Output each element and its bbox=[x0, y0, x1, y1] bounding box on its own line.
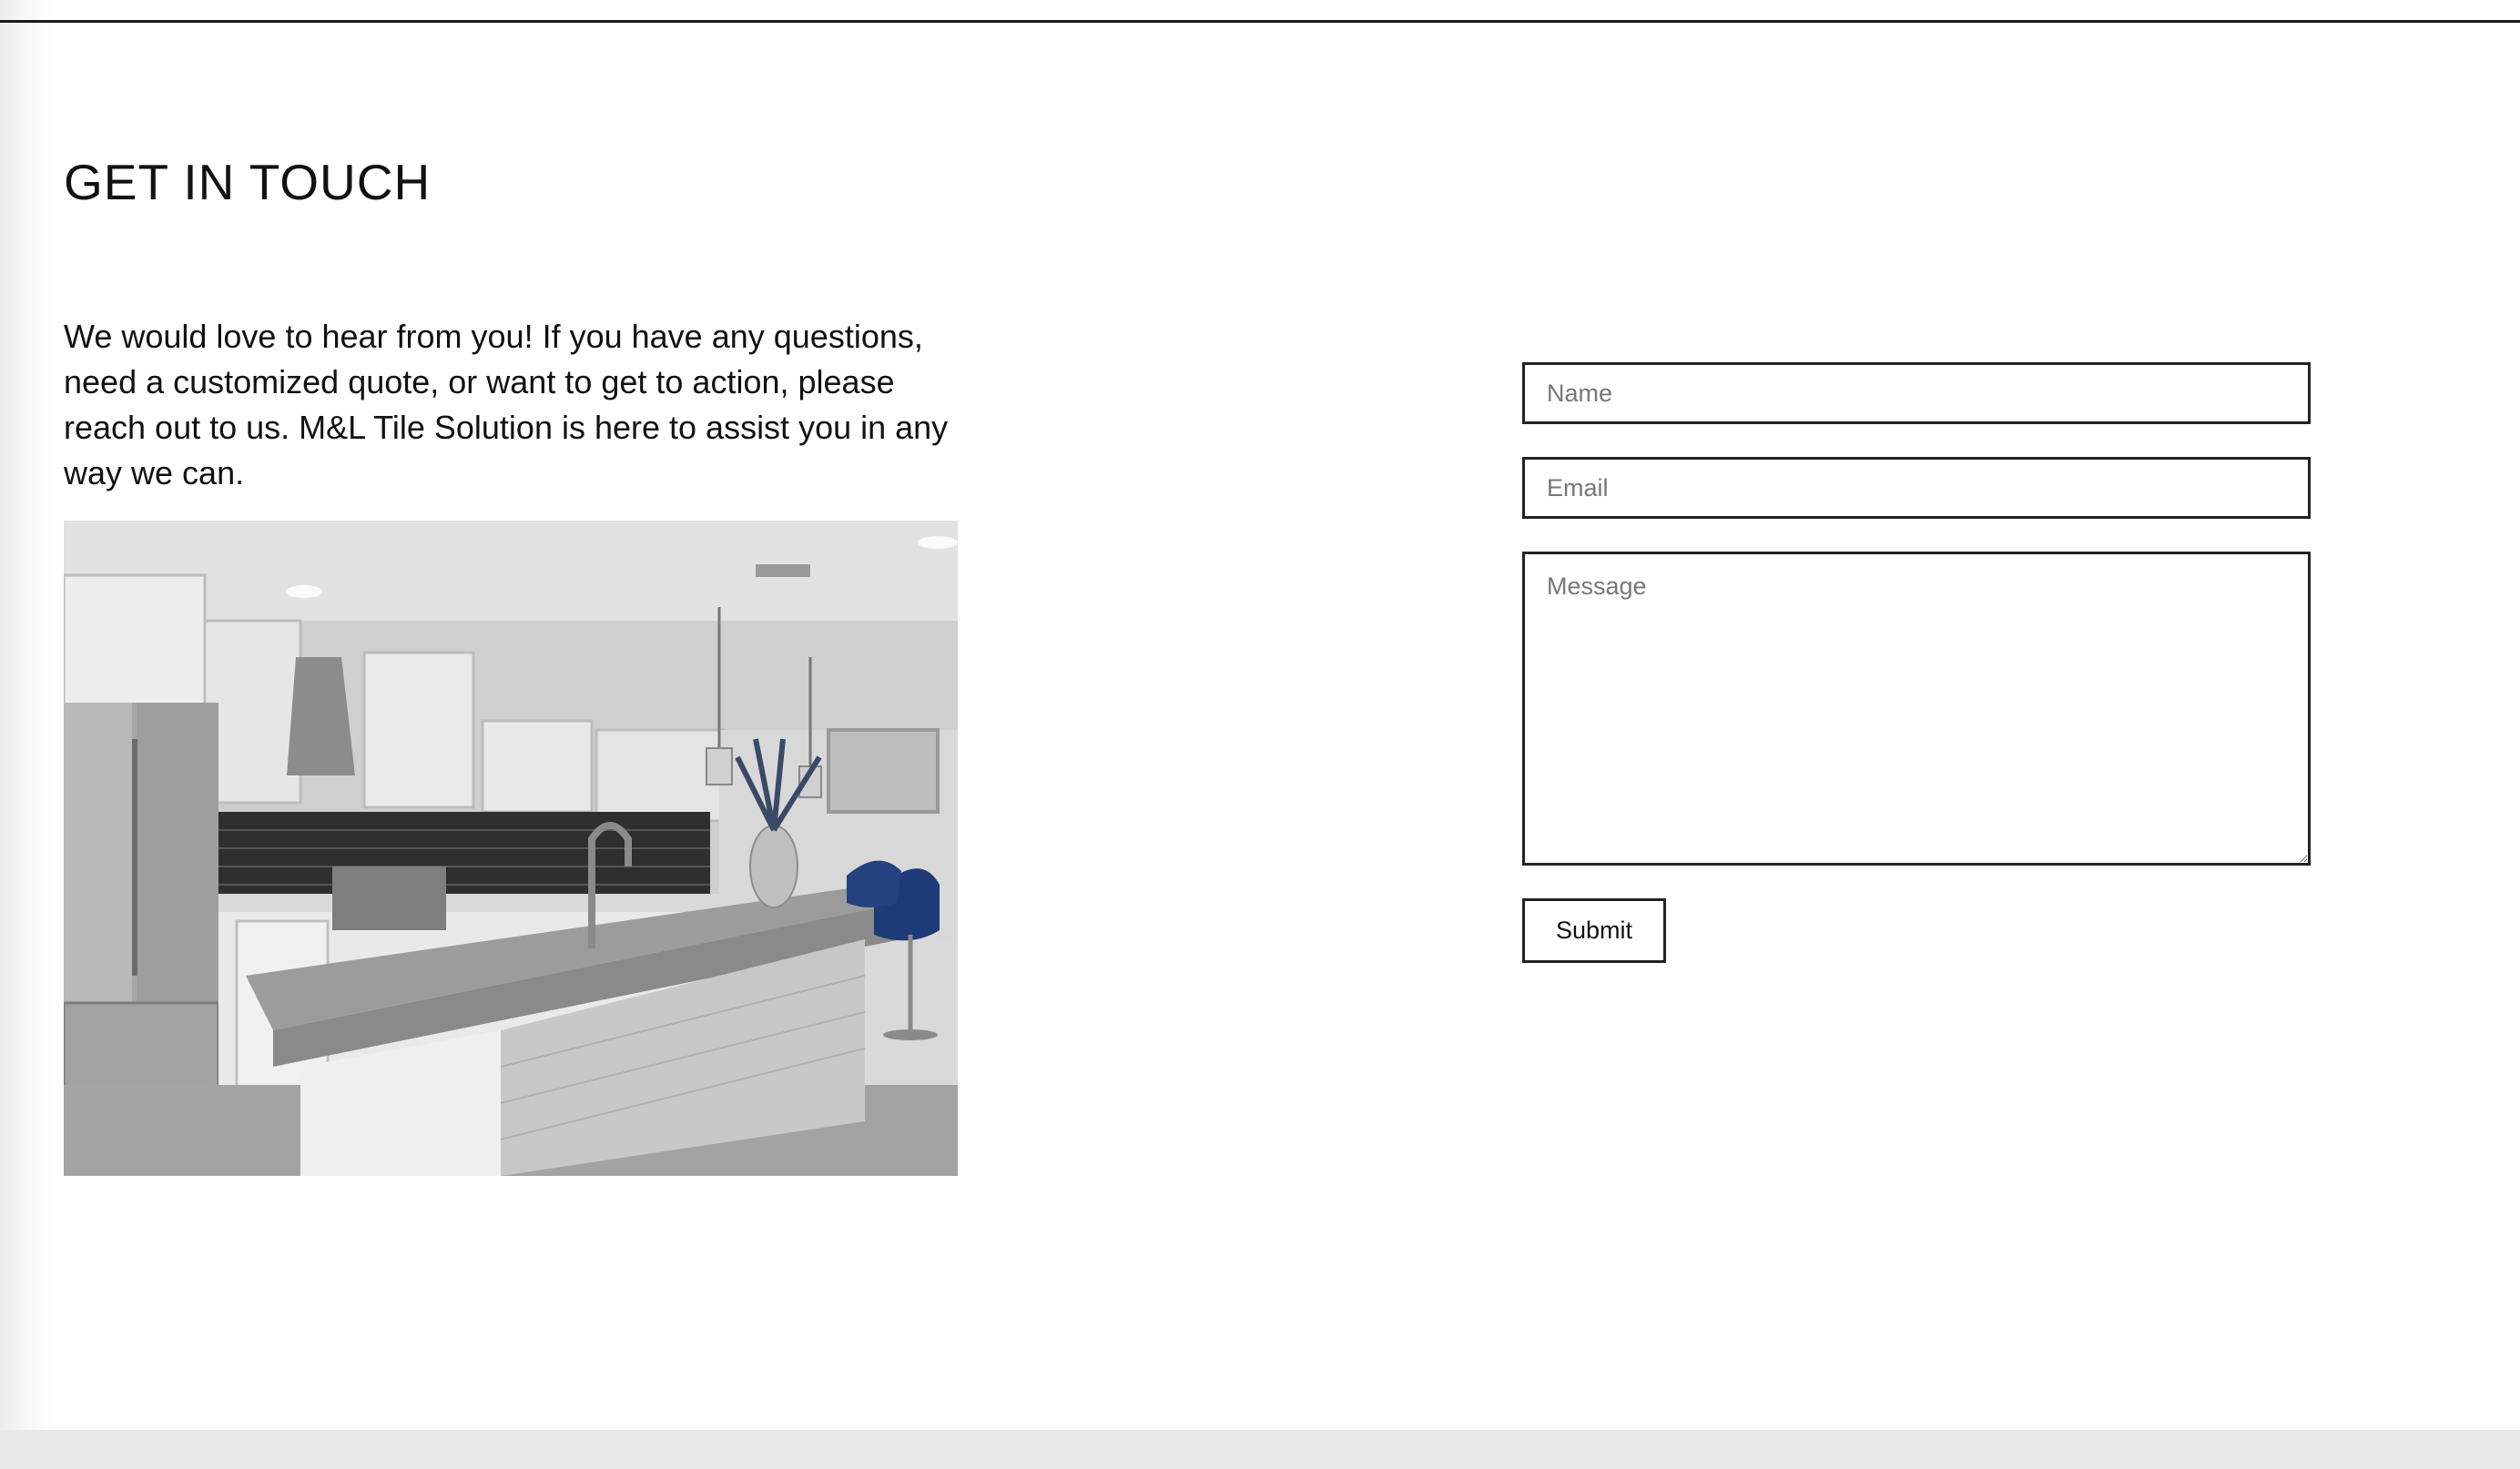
submit-button[interactable]: Submit bbox=[1522, 898, 1666, 963]
contact-page: GET IN TOUCH We would love to hear from … bbox=[0, 0, 2520, 1469]
left-edge-shadow bbox=[0, 0, 55, 1469]
top-divider bbox=[0, 20, 2520, 23]
message-textarea[interactable] bbox=[1522, 552, 2311, 866]
page-title: GET IN TOUCH bbox=[64, 154, 432, 210]
footer-band bbox=[0, 1430, 2520, 1469]
kitchen-photo bbox=[64, 521, 958, 1176]
kitchen-illustration bbox=[64, 521, 958, 1176]
name-input[interactable] bbox=[1522, 362, 2311, 424]
contact-form: Submit bbox=[1522, 362, 2311, 963]
email-input[interactable] bbox=[1522, 457, 2311, 519]
intro-paragraph: We would love to hear from you! If you h… bbox=[64, 318, 949, 491]
